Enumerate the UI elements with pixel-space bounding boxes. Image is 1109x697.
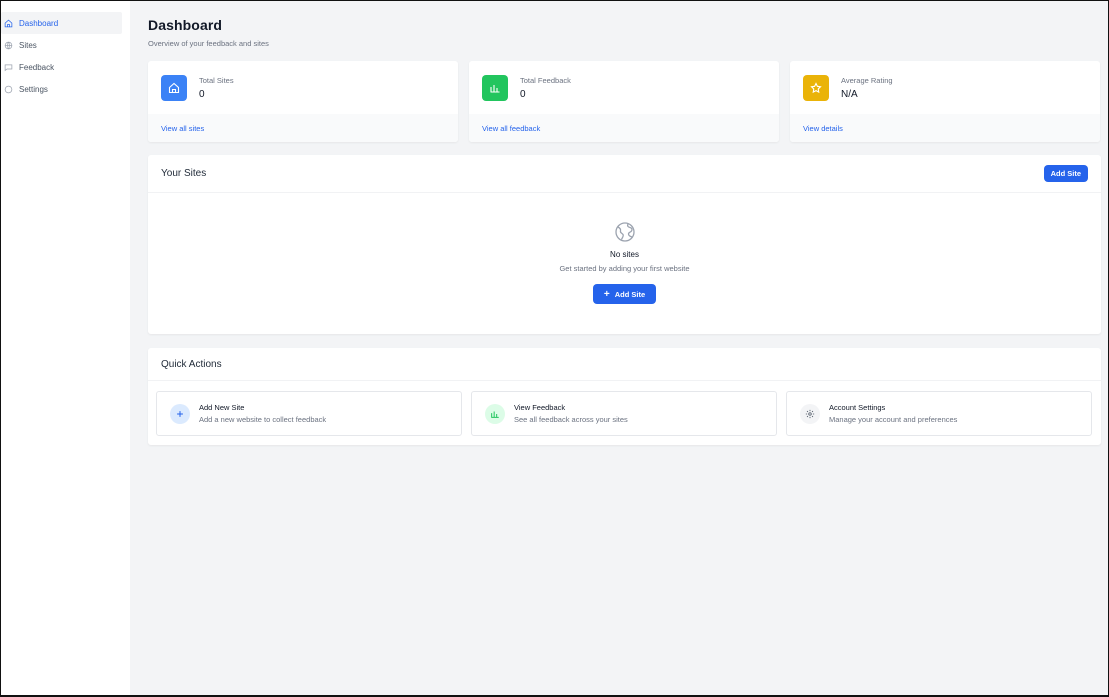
stat-card-total-sites: Total Sites 0 View all sites <box>148 61 458 142</box>
gear-icon <box>3 84 13 94</box>
panel-title: Your Sites <box>161 168 207 179</box>
stat-label: Total Sites <box>199 75 234 85</box>
sidebar-item-label: Dashboard <box>19 18 59 28</box>
page-title: Dashboard <box>148 17 223 33</box>
button-label: Add Site <box>614 289 646 299</box>
home-icon <box>3 18 13 28</box>
globe-icon <box>3 40 13 50</box>
stat-value: N/A <box>841 88 858 100</box>
stat-card-total-feedback: Total Feedback 0 View all feedback <box>469 61 779 142</box>
sidebar-item-label: Feedback <box>19 62 55 72</box>
quick-action-subtitle: Add a new website to collect feedback <box>199 415 327 424</box>
message-icon <box>3 62 13 72</box>
empty-title: No sites <box>610 250 639 259</box>
empty-state: No sites Get started by adding your firs… <box>148 193 1101 304</box>
sidebar-item-label: Sites <box>19 40 37 50</box>
app-window: Dashboard Sites Feedback Settings Dashbo… <box>0 0 1109 697</box>
globe-icon <box>614 222 635 242</box>
quick-action-title: Add New Site <box>199 403 245 412</box>
star-icon <box>803 74 829 101</box>
sidebar-item-settings[interactable]: Settings <box>1 78 122 100</box>
view-details-link[interactable]: View details <box>790 114 1100 142</box>
plus-icon: + <box>603 288 610 300</box>
quick-action-account-settings[interactable]: Account Settings Manage your account and… <box>786 391 1092 436</box>
quick-actions-panel: Quick Actions Add New Site Add a new web… <box>148 348 1101 445</box>
stat-label: Total Feedback <box>520 75 571 85</box>
main-content: Dashboard Overview of your feedback and … <box>130 1 1109 695</box>
sidebar-item-feedback[interactable]: Feedback <box>1 56 122 78</box>
empty-add-site-button[interactable]: + Add Site <box>593 284 656 304</box>
quick-action-title: View Feedback <box>514 403 566 412</box>
stat-value: 0 <box>520 88 526 100</box>
panel-title: Quick Actions <box>161 358 222 370</box>
stats-row: Total Sites 0 View all sites Total Feedb… <box>148 61 1101 142</box>
stat-card-average-rating: Average Rating N/A View details <box>790 61 1100 142</box>
view-all-sites-link[interactable]: View all sites <box>148 114 458 142</box>
your-sites-panel: Your Sites Add Site No sites Get started… <box>148 155 1101 334</box>
quick-action-add-new-site[interactable]: Add New Site Add a new website to collec… <box>156 391 462 436</box>
empty-subtitle: Get started by adding your first website <box>559 264 690 273</box>
sidebar-item-dashboard[interactable]: Dashboard <box>1 12 122 34</box>
stat-value: 0 <box>199 88 205 100</box>
gear-icon <box>800 403 820 424</box>
quick-action-subtitle: See all feedback across your sites <box>514 415 628 424</box>
view-all-feedback-link[interactable]: View all feedback <box>469 114 779 142</box>
sidebar-item-label: Settings <box>19 84 48 94</box>
sidebar: Dashboard Sites Feedback Settings <box>1 1 130 695</box>
page-subtitle: Overview of your feedback and sites <box>148 39 269 48</box>
add-site-button[interactable]: Add Site <box>1043 165 1088 182</box>
quick-action-view-feedback[interactable]: View Feedback See all feedback across yo… <box>471 391 777 436</box>
quick-action-title: Account Settings <box>829 403 886 412</box>
plus-icon <box>170 403 190 424</box>
quick-action-subtitle: Manage your account and preferences <box>829 415 958 424</box>
bar-chart-icon <box>485 403 505 424</box>
home-icon <box>161 74 187 101</box>
bar-chart-icon <box>482 74 508 101</box>
sidebar-item-sites[interactable]: Sites <box>1 34 122 56</box>
stat-label: Average Rating <box>841 75 893 85</box>
